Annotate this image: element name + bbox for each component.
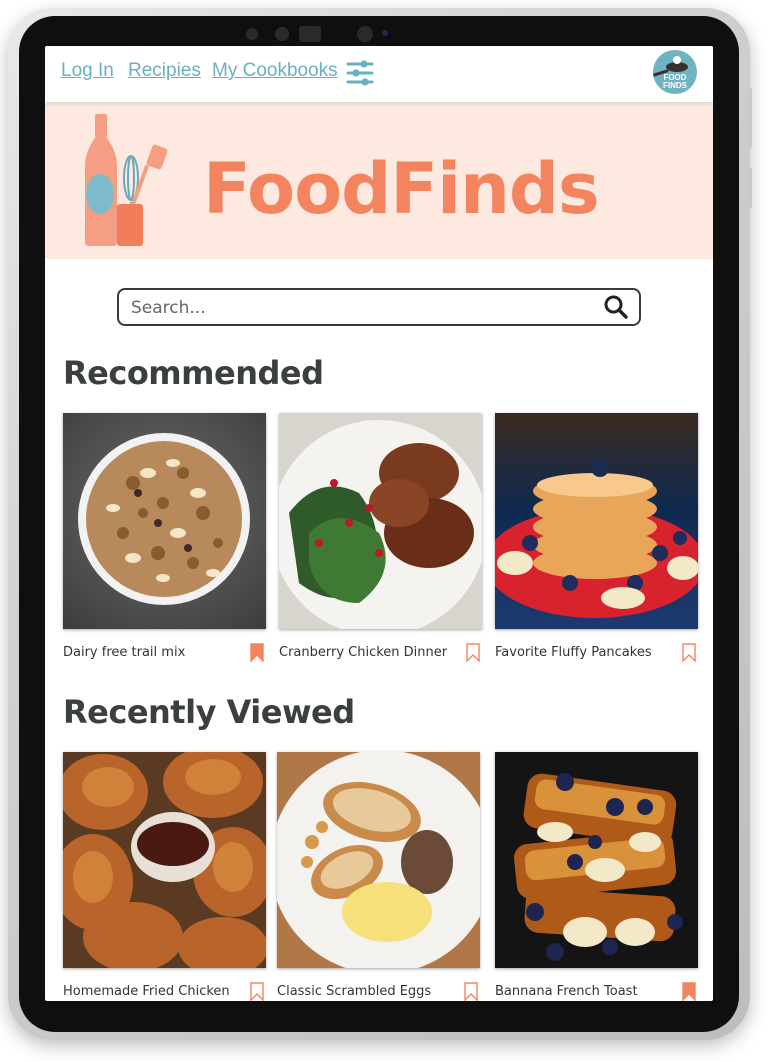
- recipe-name[interactable]: Homemade Fried Chicken: [63, 984, 230, 999]
- recipe-card[interactable]: Favorite Fluffy Pancakes: [495, 413, 698, 662]
- search-icon[interactable]: [603, 294, 629, 320]
- scrambled-eggs-image: [277, 752, 480, 968]
- recipe-name[interactable]: Bannana French Toast: [495, 984, 638, 999]
- bottle-and-utensils-icon: [85, 114, 168, 246]
- hero-banner: FoodFinds: [45, 104, 713, 259]
- sliders-icon[interactable]: [345, 58, 375, 88]
- french-toast-image: [514, 773, 683, 961]
- recipe-card[interactable]: Dairy free trail mix: [63, 413, 266, 662]
- recipe-card[interactable]: Cranberry Chicken Dinner: [279, 413, 482, 662]
- recipe-photo-cranberry-chicken[interactable]: [279, 413, 482, 629]
- chicken-dinner-image: [279, 413, 482, 629]
- recipe-photo-scrambled-eggs[interactable]: [277, 752, 480, 968]
- recipe-photo-french-toast[interactable]: [495, 752, 698, 968]
- sensor-icon: [299, 26, 321, 42]
- recipe-name[interactable]: Classic Scrambled Eggs: [277, 984, 431, 999]
- bookmark-outline-icon[interactable]: [682, 643, 696, 662]
- section-title-recommended: Recommended: [63, 354, 324, 392]
- volume-button: [748, 168, 752, 208]
- recipe-card[interactable]: Bannana French Toast: [495, 752, 698, 1001]
- app-logo[interactable]: FOOD FINDS: [653, 50, 697, 94]
- nav-link-my-cookbooks[interactable]: My Cookbooks: [212, 60, 338, 82]
- power-button: [748, 88, 752, 148]
- bookmark-outline-icon[interactable]: [250, 982, 264, 1001]
- search-input[interactable]: [129, 295, 593, 321]
- search-bar: [117, 288, 641, 326]
- app-screen: Log In Recipies My Cookbooks FOOD FINDS: [45, 46, 713, 1001]
- recipe-photo-fried-chicken[interactable]: [63, 752, 266, 968]
- recipe-name[interactable]: Dairy free trail mix: [63, 645, 185, 660]
- recipe-name[interactable]: Cranberry Chicken Dinner: [279, 645, 447, 660]
- recipe-photo-pancakes[interactable]: [495, 413, 698, 629]
- camera-icon: [357, 26, 373, 42]
- logo-text: FINDS: [663, 81, 687, 90]
- sensor-icon: [382, 30, 388, 36]
- section-title-recently-viewed: Recently Viewed: [63, 693, 355, 731]
- recipe-name[interactable]: Favorite Fluffy Pancakes: [495, 645, 652, 660]
- app-title: FoodFinds: [203, 148, 600, 230]
- recipe-photo-trail-mix[interactable]: [63, 413, 266, 629]
- recipe-card[interactable]: Classic Scrambled Eggs: [277, 752, 480, 1001]
- top-nav: Log In Recipies My Cookbooks FOOD FINDS: [45, 46, 713, 102]
- camera-icon: [246, 28, 258, 40]
- fried-chicken-image: [63, 752, 266, 968]
- nav-link-login[interactable]: Log In: [61, 60, 114, 82]
- nav-link-recipes[interactable]: Recipies: [128, 60, 201, 82]
- recipe-card[interactable]: Homemade Fried Chicken: [63, 752, 266, 1001]
- sensor-icon: [275, 27, 289, 41]
- bookmark-outline-icon[interactable]: [466, 643, 480, 662]
- bookmark-filled-icon[interactable]: [682, 982, 696, 1001]
- pancakes-image: [495, 459, 698, 618]
- trail-mix-bowl-image: [78, 433, 250, 605]
- bookmark-outline-icon[interactable]: [464, 982, 478, 1001]
- bookmark-filled-icon[interactable]: [250, 643, 264, 662]
